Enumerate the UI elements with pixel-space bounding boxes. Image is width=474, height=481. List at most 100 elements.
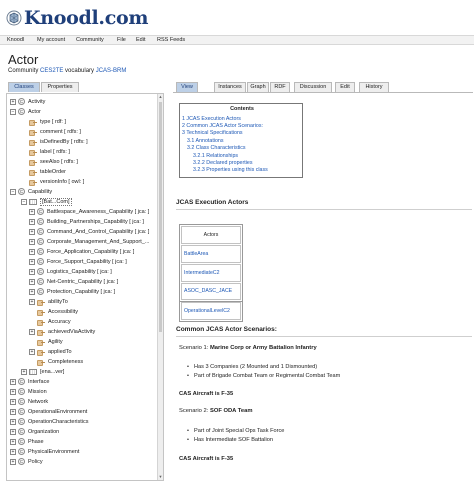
toc-item[interactable]: 3.2.3 Properties using this class xyxy=(193,167,268,173)
tree-label[interactable]: Accessibility xyxy=(48,309,78,315)
tree-row[interactable]: + C Activity xyxy=(10,97,45,106)
scroll-up-icon[interactable]: ▲ xyxy=(158,94,163,100)
tree-label[interactable]: Phase xyxy=(28,439,44,445)
tree-label[interactable]: Corporate_Management_And_Support_... xyxy=(47,239,149,245)
tab-graph[interactable]: Graph xyxy=(247,82,269,92)
tree-label[interactable]: Building_Partnerships_Capability [ jca: … xyxy=(47,219,144,225)
tree-label[interactable]: OperationalEnvironment xyxy=(28,409,87,415)
tree-row[interactable]: Accessibility xyxy=(29,307,78,316)
tree-row[interactable]: + [ena...ver] xyxy=(21,367,64,376)
tab-rdf[interactable]: RDF xyxy=(270,82,290,92)
expand-icon[interactable]: + xyxy=(29,258,35,265)
tree-row[interactable]: versionInfo [ owl: ] xyxy=(21,177,84,186)
tree-row[interactable]: + C Policy xyxy=(10,457,43,466)
toc-item[interactable]: 3.1 Annotations xyxy=(187,138,224,144)
tree-row[interactable]: + C Logistics_Capability [ jca: ] xyxy=(29,267,112,276)
expand-icon[interactable]: + xyxy=(10,378,16,385)
expand-icon[interactable]: + xyxy=(10,438,16,445)
expand-icon[interactable]: + xyxy=(10,408,16,415)
tree-row[interactable]: seeAlso [ rdfs: ] xyxy=(21,157,78,166)
tree-label[interactable]: Command_And_Control_Capability [ jca: ] xyxy=(47,229,149,235)
tree-row[interactable]: + C Organization xyxy=(10,427,59,436)
tree-row[interactable]: Agility xyxy=(29,337,63,346)
tree-row[interactable]: + C OperationCharacteristics xyxy=(10,417,89,426)
tree-row[interactable]: tableOrder xyxy=(21,167,66,176)
tree-label[interactable]: type [ rdf: ] xyxy=(40,119,66,125)
actor-link-operationallevelc2[interactable]: OperationalLevelC2 xyxy=(181,302,241,320)
tab-discussion[interactable]: Discussion xyxy=(294,82,332,92)
toc-item[interactable]: 1 JCAS Execution Actors xyxy=(182,116,241,122)
tree-row[interactable]: − C Capability xyxy=(10,187,52,196)
menu-knoodl[interactable]: Knoodl xyxy=(7,37,24,43)
tree-label[interactable]: Completeness xyxy=(48,359,83,365)
tree-row[interactable]: + C Battlespace_Awareness_Capability [ jca… xyxy=(29,207,149,216)
tree-row[interactable]: + abilityTo xyxy=(29,297,68,306)
tree-label[interactable]: PhysicalEnvironment xyxy=(28,449,79,455)
tree-label[interactable]: Interface xyxy=(28,379,49,385)
expand-icon[interactable]: + xyxy=(10,458,16,465)
tree-row[interactable]: + C Corporate_Management_And_Support_... xyxy=(29,237,149,246)
tree-row[interactable]: + C Phase xyxy=(10,437,44,446)
tree-row[interactable]: + C Net-Centric_Capability [ jca: ] xyxy=(29,277,118,286)
toc-item[interactable]: 3 Technical Specifications xyxy=(182,130,243,136)
scroll-down-icon[interactable]: ▼ xyxy=(158,474,163,480)
tree-label[interactable]: Net-Centric_Capability [ jca: ] xyxy=(47,279,118,285)
tab-instances[interactable]: Instances xyxy=(214,82,246,92)
tree-label[interactable]: Logistics_Capability [ jca: ] xyxy=(47,269,112,275)
tree-row[interactable]: − C Actor xyxy=(10,107,41,116)
tree-row[interactable]: + C PhysicalEnvironment xyxy=(10,447,79,456)
tree-label[interactable]: Capability xyxy=(28,189,52,195)
expand-icon[interactable]: + xyxy=(29,348,35,355)
expand-icon[interactable]: + xyxy=(29,268,35,275)
scroll-thumb[interactable] xyxy=(159,102,162,332)
collapse-icon[interactable]: − xyxy=(10,188,16,195)
tree-label[interactable]: Mission xyxy=(28,389,47,395)
collapse-icon[interactable]: − xyxy=(21,198,27,205)
actor-link-asoc[interactable]: ASOC_DASC_JACE xyxy=(181,283,241,300)
tree-label[interactable]: Agility xyxy=(48,339,63,345)
tree-row[interactable]: + C Protection_Capability [ jca: ] xyxy=(29,287,115,296)
expand-icon[interactable]: + xyxy=(29,328,35,335)
tree-row[interactable]: comment [ rdfs: ] xyxy=(21,127,81,136)
tree-row[interactable]: + C Mission xyxy=(10,387,47,396)
toc-item[interactable]: 3.2 Class Characteristics xyxy=(187,145,246,151)
tree-row[interactable]: + C Interface xyxy=(10,377,49,386)
expand-icon[interactable]: + xyxy=(10,428,16,435)
expand-icon[interactable]: + xyxy=(29,218,35,225)
tree-label[interactable]: tableOrder xyxy=(40,169,66,175)
expand-icon[interactable]: + xyxy=(10,388,16,395)
expand-icon[interactable]: + xyxy=(29,298,35,305)
menu-edit[interactable]: Edit xyxy=(136,37,145,43)
toc-item[interactable]: 3.2.1 Relationships xyxy=(193,153,238,159)
expand-icon[interactable]: + xyxy=(29,288,35,295)
tree-label[interactable]: abilityTo xyxy=(48,299,68,305)
actor-link-battlearea[interactable]: BattleArea xyxy=(181,245,241,263)
menu-rss-feeds[interactable]: RSS Feeds xyxy=(157,37,185,43)
tree-label[interactable]: achievedViaActivity xyxy=(48,329,95,335)
tree-row[interactable]: Accuracy xyxy=(29,317,71,326)
tree-label[interactable]: comment [ rdfs: ] xyxy=(40,129,81,135)
tree-label[interactable]: Accuracy xyxy=(48,319,71,325)
class-tree[interactable]: ▲ ▼ + C Activity − C Actor type [ rdf: ] commen… xyxy=(6,93,164,481)
tab-history[interactable]: History xyxy=(359,82,389,92)
tree-row[interactable]: Completeness xyxy=(29,357,83,366)
menu-file[interactable]: File xyxy=(117,37,126,43)
expand-icon[interactable]: + xyxy=(29,228,35,235)
tree-label[interactable]: appliedTo xyxy=(48,349,72,355)
expand-icon[interactable]: + xyxy=(10,448,16,455)
expand-icon[interactable]: + xyxy=(29,238,35,245)
tree-label[interactable]: OperationCharacteristics xyxy=(28,419,89,425)
tree-row[interactable]: type [ rdf: ] xyxy=(21,117,66,126)
expand-icon[interactable]: + xyxy=(10,398,16,405)
brand-logo[interactable]: Knoodl.com xyxy=(6,6,148,30)
tree-label[interactable]: Force_Application_Capability [ jca: ] xyxy=(47,249,134,255)
tree-row[interactable]: + C Force_Support_Capability [ jca: ] xyxy=(29,257,127,266)
tree-scrollbar[interactable]: ▲ ▼ xyxy=(157,94,163,480)
tab-classes[interactable]: Classes xyxy=(8,82,40,92)
toc-item[interactable]: 2 Common JCAS Actor Scenarios: xyxy=(182,123,263,129)
tree-label[interactable]: label [ rdfs: ] xyxy=(40,149,70,155)
tree-label[interactable]: versionInfo [ owl: ] xyxy=(40,179,84,185)
tree-row[interactable]: + C Network xyxy=(10,397,48,406)
tab-edit[interactable]: Edit xyxy=(335,82,355,92)
tab-view[interactable]: View xyxy=(176,82,198,92)
